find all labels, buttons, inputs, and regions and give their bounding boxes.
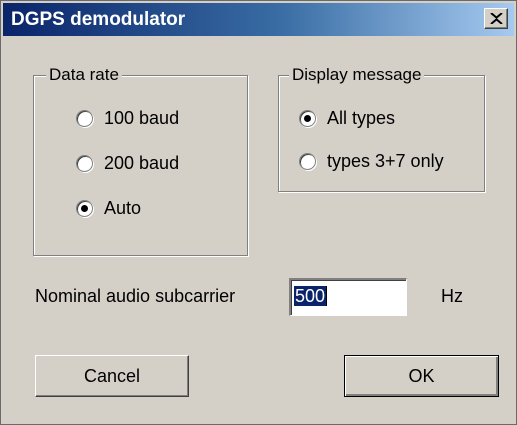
radio-100-baud[interactable]: 100 baud [76, 106, 179, 130]
radio-all-types-label: All types [327, 107, 396, 128]
subcarrier-label: Nominal audio subcarrier [35, 286, 236, 306]
radio-200-baud-label: 200 baud [104, 152, 180, 173]
radio-200-baud-circle[interactable] [76, 154, 93, 172]
radio-selected-dot [304, 114, 311, 122]
radio-100-baud-label: 100 baud [104, 107, 180, 128]
cancel-button-label: Cancel [83, 365, 141, 386]
text-caret [326, 286, 328, 306]
close-button[interactable] [484, 8, 508, 29]
display-message-group: Display message All types types 3+7 only [278, 64, 485, 192]
subcarrier-unit: Hz [441, 286, 463, 306]
radio-auto-circle[interactable] [76, 199, 93, 217]
radio-selected-dot [81, 204, 88, 212]
subcarrier-value: 500 [294, 286, 327, 306]
data-rate-group: Data rate 100 baud 200 baud Auto [33, 64, 248, 256]
radio-types-3-7-circle[interactable] [299, 152, 316, 170]
radio-auto-label: Auto [104, 197, 142, 218]
close-x-icon [490, 13, 503, 24]
radio-types-3-7-label: types 3+7 only [327, 150, 444, 171]
data-rate-legend: Data rate [46, 64, 122, 86]
subcarrier-input[interactable]: 500 [289, 278, 407, 316]
ok-button[interactable]: OK [344, 355, 499, 397]
display-message-legend: Display message [289, 64, 425, 86]
radio-100-baud-circle[interactable] [76, 109, 93, 127]
dgps-demodulator-dialog: DGPS demodulator Data rate 100 baud 200 … [0, 0, 517, 425]
ok-button-label: OK [408, 365, 435, 386]
cancel-button[interactable]: Cancel [35, 355, 189, 397]
radio-all-types-circle[interactable] [299, 109, 316, 127]
radio-types-3-7[interactable]: types 3+7 only [299, 149, 444, 173]
radio-auto[interactable]: Auto [76, 196, 141, 220]
title-bar[interactable]: DGPS demodulator [3, 3, 514, 36]
radio-200-baud[interactable]: 200 baud [76, 151, 179, 175]
window-title: DGPS demodulator [11, 9, 186, 30]
radio-all-types[interactable]: All types [299, 106, 395, 130]
